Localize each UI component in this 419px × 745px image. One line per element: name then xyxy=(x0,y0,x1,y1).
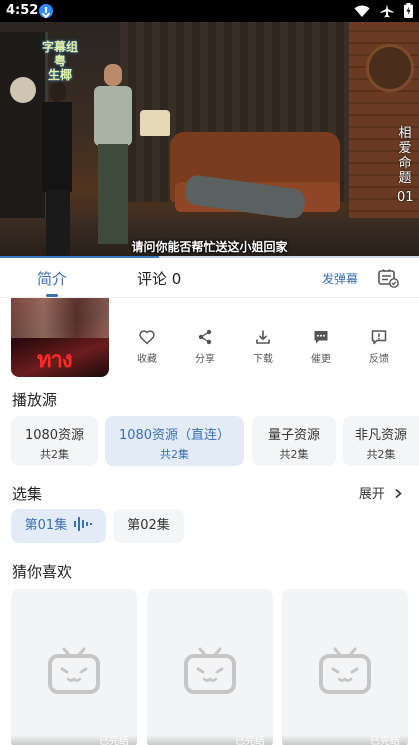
video-title-vertical: 相 爱 命 题 01 xyxy=(397,126,414,205)
source-chip[interactable]: 非凡资源 共2集 xyxy=(343,416,419,466)
episode-chip[interactable]: 第02集 xyxy=(113,509,184,543)
source-name: 1080资源 xyxy=(24,428,85,443)
source-count: 共2集 xyxy=(40,448,69,461)
download-label: 下载 xyxy=(253,354,273,365)
alert-icon xyxy=(350,328,408,346)
feedback-button[interactable]: 反馈 xyxy=(350,328,408,365)
download-notification-icon xyxy=(39,4,53,18)
expand-episodes-button[interactable]: 展开 xyxy=(359,483,403,502)
share-button[interactable]: 分享 xyxy=(176,328,234,365)
source-count: 共2集 xyxy=(160,448,189,461)
expand-label: 展开 xyxy=(358,487,385,502)
source-list: 1080资源 共2集 1080资源（直连） 共2集 量子资源 共2集 非凡资源 … xyxy=(11,416,419,466)
sources-title: 播放源 xyxy=(12,391,58,409)
episode-chip-active[interactable]: 第01集 xyxy=(11,509,106,543)
source-chip[interactable]: 量子资源 共2集 xyxy=(252,416,336,466)
person-standing-center xyxy=(92,64,134,249)
share-icon xyxy=(176,328,234,346)
status-icons xyxy=(354,3,413,22)
urge-update-label: 催更 xyxy=(311,354,331,365)
danmu-toggle-icon[interactable] xyxy=(377,267,399,289)
episode-label: 第01集 xyxy=(24,518,68,533)
title-char: 命 xyxy=(398,156,412,171)
fansub-watermark: 字幕组 粤 生椰 xyxy=(36,40,84,82)
placeholder-tv-icon xyxy=(48,647,100,695)
action-bar: 收藏 分享 下载 催更 反馈 xyxy=(118,328,418,368)
favorite-button[interactable]: 收藏 xyxy=(118,328,176,365)
tab-indicator xyxy=(46,294,58,297)
battery-icon xyxy=(404,3,413,22)
recommend-card[interactable]: 已完结 xyxy=(282,589,408,745)
wall-medallion xyxy=(366,44,414,92)
wifi-icon xyxy=(354,3,370,22)
heart-icon xyxy=(118,328,176,346)
source-chip-active[interactable]: 1080资源（直连） 共2集 xyxy=(105,416,244,466)
watermark-line: 生椰 xyxy=(47,68,72,82)
card-status: 已完结 xyxy=(147,735,273,745)
source-name: 1080资源（直连） xyxy=(118,428,231,443)
feedback-label: 反馈 xyxy=(369,354,389,365)
title-char: 相 xyxy=(398,126,412,141)
placeholder-tv-icon xyxy=(184,647,236,695)
tab-comments[interactable]: 评论 0 xyxy=(137,268,181,289)
share-label: 分享 xyxy=(195,354,215,365)
watermark-line: 字幕组 xyxy=(41,40,78,54)
tab-bar: 简介 评论 0 发弹幕 xyxy=(0,258,419,298)
video-subtitle: 请问你能否帮忙送这小姐回家 xyxy=(131,240,288,254)
recommend-card[interactable]: 已完结 xyxy=(11,589,137,745)
recommend-title: 猜你喜欢 xyxy=(12,563,73,581)
lamp xyxy=(140,110,170,136)
source-name: 量子资源 xyxy=(267,428,320,443)
download-icon xyxy=(234,328,292,346)
airplane-icon xyxy=(380,3,394,22)
favorite-label: 收藏 xyxy=(137,354,157,365)
status-time: 4:52 xyxy=(6,3,39,18)
poster-title: ทาง xyxy=(37,347,73,373)
playing-bars-icon xyxy=(74,517,93,531)
chevron-right-icon xyxy=(395,488,402,499)
chat-dots-icon xyxy=(292,328,350,346)
poster-faces xyxy=(11,298,109,338)
episode-label: 第02集 xyxy=(127,518,170,533)
video-player[interactable]: 字幕组 粤 生椰 相 爱 命 题 01 请问你能否帮忙送这小姐回家 xyxy=(0,22,419,258)
person-standing-left xyxy=(42,82,74,258)
source-count: 共2集 xyxy=(279,448,309,461)
recommend-card[interactable]: 已完结 xyxy=(147,589,273,745)
card-status: 已完结 xyxy=(282,735,408,745)
send-danmu-button[interactable]: 发弹幕 xyxy=(322,270,358,287)
urge-update-button[interactable]: 催更 xyxy=(292,328,350,365)
placeholder-tv-icon xyxy=(319,647,371,695)
source-count: 共2集 xyxy=(366,448,396,461)
download-button[interactable]: 下载 xyxy=(234,328,292,365)
poster-image[interactable]: ทาง xyxy=(11,298,109,377)
source-name: 非凡资源 xyxy=(354,428,407,443)
card-status: 已完结 xyxy=(11,735,137,745)
vip-sign xyxy=(10,77,36,103)
tab-intro[interactable]: 简介 xyxy=(37,268,67,289)
title-char: 题 xyxy=(398,171,412,186)
title-char: 01 xyxy=(397,190,414,205)
episodes-title: 选集 xyxy=(12,485,43,503)
source-chip[interactable]: 1080资源 共2集 xyxy=(11,416,98,466)
title-char: 爱 xyxy=(398,141,412,156)
watermark-line: 粤 xyxy=(53,54,66,68)
status-bar: 4:52 xyxy=(0,0,419,22)
